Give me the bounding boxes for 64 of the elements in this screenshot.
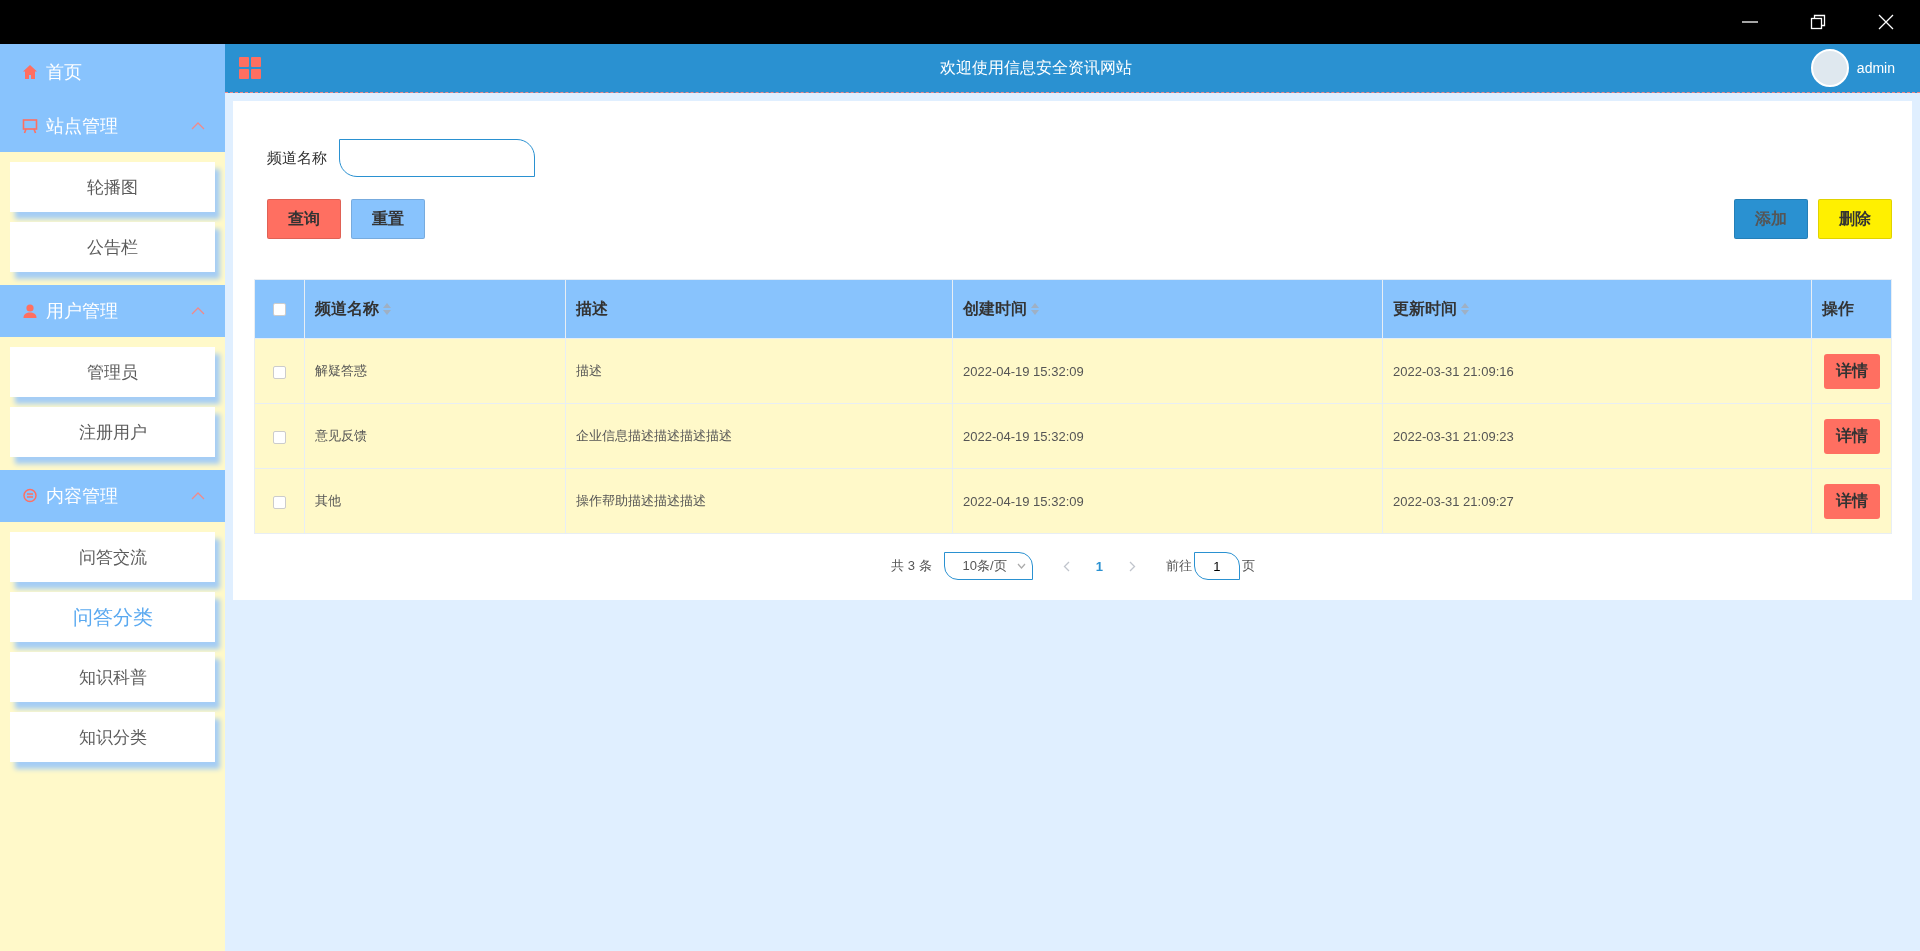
minimize-icon: [1742, 21, 1758, 23]
grid-icon: [239, 57, 261, 79]
table-cell: 描述: [576, 362, 602, 380]
details-button[interactable]: 详情: [1824, 418, 1880, 454]
page-input[interactable]: 1: [1193, 552, 1240, 580]
column-header[interactable]: 创建时间: [963, 298, 1027, 320]
sort-icon: [1031, 303, 1039, 315]
table-cell: 2022-03-31 21:09:16: [1393, 363, 1514, 379]
column-header: 描述: [576, 298, 608, 319]
details-button[interactable]: 详情: [1824, 483, 1880, 519]
site-title: 欢迎使用信息安全资讯网站: [938, 57, 1133, 78]
table-cell: 解疑答惑: [315, 362, 367, 380]
submenu-item[interactable]: 公告栏: [10, 222, 215, 272]
submenu-item[interactable]: 管理员: [10, 347, 215, 397]
input-field[interactable]: [339, 139, 535, 177]
menu-label: 站点管理: [46, 115, 119, 138]
user-name[interactable]: admin: [1856, 60, 1895, 76]
column-header: 操作: [1822, 298, 1854, 319]
table-cell: 2022-04-19 15:32:09: [963, 493, 1084, 509]
total-count: 共 3 条: [891, 557, 932, 575]
caret-icon: [1016, 563, 1026, 569]
submenu-item[interactable]: 轮播图: [10, 162, 215, 212]
delete-button[interactable]: 删除: [1818, 199, 1892, 239]
menu-label: 用户管理: [46, 300, 119, 323]
menu-label: 首页: [46, 61, 83, 84]
column-header[interactable]: 更新时间: [1393, 298, 1457, 320]
submenu-item[interactable]: 注册用户: [10, 407, 215, 457]
table-cell: 2022-04-19 15:32:09: [963, 363, 1084, 379]
row-checkbox[interactable]: [273, 495, 286, 509]
page-size-select[interactable]: 10条/页: [943, 552, 1033, 580]
table-cell: 企业信息描述描述描述描述: [576, 427, 732, 445]
table-cell: 其他: [315, 492, 341, 510]
goto-label: 前往: [1165, 557, 1192, 575]
table-cell: 2022-04-19 15:32:09: [963, 428, 1084, 444]
sort-icon: [383, 303, 391, 315]
sort-icon: [1461, 303, 1469, 315]
field-label: 频道名称: [267, 148, 327, 168]
table-cell: 意见反馈: [315, 427, 367, 445]
row-checkbox[interactable]: [273, 365, 286, 379]
chevron-right-icon: [1128, 560, 1136, 572]
chat-bubble-icon: [22, 488, 38, 504]
submenu-item[interactable]: 知识分类: [10, 712, 215, 762]
table-cell: 操作帮助描述描述描述: [576, 492, 706, 510]
person-icon: [22, 303, 38, 319]
search-button[interactable]: 查询: [267, 199, 341, 239]
avatar[interactable]: [1810, 49, 1849, 87]
column-header[interactable]: 频道名称: [315, 298, 379, 320]
restore-icon: [1810, 14, 1826, 30]
table-cell: 2022-03-31 21:09:27: [1393, 493, 1514, 509]
chevron-left-icon: [1062, 560, 1070, 572]
page-suffix: 页: [1241, 557, 1255, 575]
board-icon: [22, 118, 38, 134]
close-icon: [1878, 14, 1894, 30]
reset-button[interactable]: 重置: [351, 199, 425, 239]
page-number[interactable]: 1: [1081, 558, 1117, 574]
house-icon: [22, 64, 38, 80]
submenu-item[interactable]: 知识科普: [10, 652, 215, 702]
submenu-item[interactable]: 问答交流: [10, 532, 215, 582]
select-all-checkbox[interactable]: [273, 303, 286, 317]
menu-toggle-button[interactable]: [239, 57, 261, 79]
row-checkbox[interactable]: [273, 430, 286, 444]
menu-label: 内容管理: [46, 485, 119, 508]
details-button[interactable]: 详情: [1824, 353, 1880, 389]
table-cell: 2022-03-31 21:09:23: [1393, 428, 1514, 444]
